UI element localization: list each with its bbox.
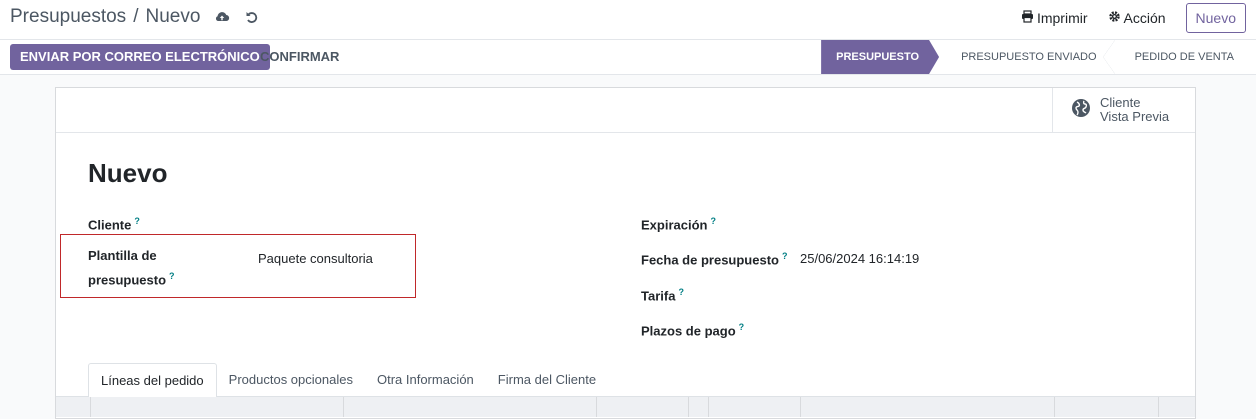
control-panel: Presupuestos / Nuevo Imprimir Acción Nue… [0, 0, 1256, 40]
preview-line1: Cliente [1100, 95, 1141, 110]
globe-icon [1071, 98, 1091, 123]
tab-other-info[interactable]: Otra Información [365, 363, 486, 396]
column-divider [596, 397, 597, 417]
top-actions: Imprimir Acción Nuevo [1021, 3, 1246, 33]
help-marker[interactable]: ? [678, 287, 684, 297]
printer-icon [1021, 10, 1037, 26]
page-title: Nuevo [88, 158, 168, 188]
customer-label: Cliente? [88, 211, 140, 235]
cloud-upload-icon[interactable] [214, 9, 230, 25]
help-marker[interactable]: ? [782, 251, 788, 261]
tab-customer-signature[interactable]: Firma del Cliente [486, 363, 608, 396]
help-marker[interactable]: ? [169, 271, 175, 281]
breadcrumb-separator: / [133, 6, 139, 27]
quote-template-field[interactable]: Paquete consultoria [258, 251, 373, 266]
send-email-button[interactable]: ENVIAR POR CORREO ELECTRÓNICO [10, 44, 270, 70]
quote-template-label: Plantilla de presupuesto? [88, 246, 175, 290]
breadcrumb: Presupuestos / Nuevo [10, 6, 260, 28]
status-bar: ENVIAR POR CORREO ELECTRÓNICO CONFIRMAR … [0, 40, 1256, 75]
quote-date-field[interactable]: 25/06/2024 16:14:19 [800, 251, 919, 266]
pricelist-label-text: Tarifa [641, 288, 676, 304]
stage-pedido-de-venta[interactable]: PEDIDO DE VENTA [1113, 40, 1250, 74]
stage-pipeline: PRESUPUESTO PRESUPUESTO ENVIADO PEDIDO D… [821, 40, 1250, 74]
button-box: Cliente Vista Previa [56, 88, 1195, 133]
customer-label-text: Cliente [88, 217, 132, 233]
expiration-label: Expiración? [641, 211, 716, 235]
payment-terms-label-text: Plazos de pago [641, 323, 736, 339]
column-divider [90, 397, 91, 417]
stage-presupuesto-enviado[interactable]: PRESUPUESTO ENVIADO [939, 40, 1115, 74]
quote-template-label-line1: Plantilla de [88, 248, 157, 263]
print-label: Imprimir [1036, 10, 1088, 26]
help-marker[interactable]: ? [134, 216, 140, 226]
action-menu-button[interactable]: Acción [1108, 10, 1166, 26]
expiration-label-text: Expiración [641, 217, 708, 233]
action-label: Acción [1123, 10, 1166, 26]
help-marker[interactable]: ? [710, 216, 716, 226]
undo-icon[interactable] [244, 9, 260, 25]
order-lines-table-header [56, 397, 1195, 417]
quote-template-label-line2: presupuesto [88, 272, 167, 288]
column-divider [1158, 397, 1159, 417]
notebook-tabs: Líneas del pedido Productos opcionales O… [88, 363, 608, 398]
confirm-button[interactable]: CONFIRMAR [250, 44, 349, 70]
pricelist-label: Tarifa? [641, 282, 684, 306]
payment-terms-label: Plazos de pago? [641, 317, 744, 341]
new-record-button[interactable]: Nuevo [1185, 3, 1246, 33]
column-divider [688, 397, 689, 417]
help-marker[interactable]: ? [739, 322, 745, 332]
breadcrumb-parent[interactable]: Presupuestos [10, 6, 126, 28]
preview-line2: Vista Previa [1100, 109, 1170, 124]
tab-order-lines[interactable]: Líneas del pedido [88, 363, 217, 398]
tab-optional-products[interactable]: Productos opcionales [217, 363, 365, 396]
quote-date-label: Fecha de presupuesto? [641, 246, 787, 270]
column-divider [708, 397, 709, 417]
form-sheet: Cliente Vista Previa Nuevo Cliente? Plan… [55, 87, 1196, 419]
breadcrumb-current: Nuevo [145, 6, 201, 27]
column-divider [800, 397, 801, 417]
column-divider [343, 397, 344, 417]
customer-preview-button[interactable]: Cliente Vista Previa [1052, 88, 1195, 132]
column-divider [1054, 397, 1055, 417]
quote-date-label-text: Fecha de presupuesto [641, 252, 779, 268]
stage-presupuesto[interactable]: PRESUPUESTO [821, 40, 939, 74]
print-button[interactable]: Imprimir [1021, 10, 1088, 26]
gear-icon [1108, 10, 1124, 26]
